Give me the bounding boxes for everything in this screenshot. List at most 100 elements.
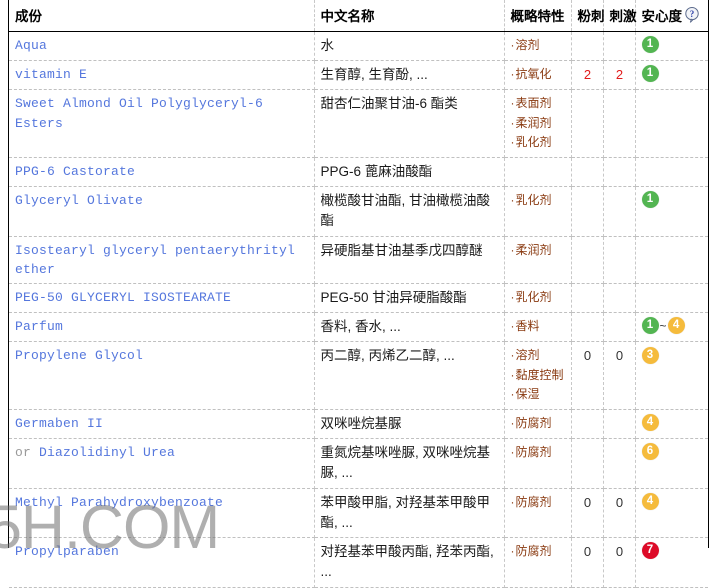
safety-badge: 4 [641,492,659,510]
safety-score-cell: 3 [635,341,708,410]
ingredients-table: 成份 中文名称 概略特性 粉刺 刺激 安心度? Aqua 水溶剂 1 vitamin … [9,0,708,588]
table-body: Aqua水溶剂1vitamin E生育醇, 生育酚, ...抗氧化221Swee… [9,31,708,588]
feature-tag: 黏度控制 [511,366,566,385]
safety-range-separator: ~ [659,318,667,333]
table-row: Germaben II 双咪唑烷基脲防腐剂 4 [9,409,708,440]
ingredient-name-cell: PEG-50 GLYCERYL ISOSTEARATE [9,283,315,314]
table-row: Propylene Glycol丙二醇, 丙烯乙二醇, ...溶剂黏度控制保湿0… [9,341,708,410]
irritation-score-cell [603,186,636,237]
acne-score-cell: 0 [571,488,604,539]
chinese-name-cell: 水 [314,31,505,62]
ingredient-link[interactable]: Glyceryl Olivate [15,193,143,208]
chinese-name-cell: 橄榄酸甘油酯, 甘油橄榄油酸酯 [314,186,505,237]
table-row: Isostearyl glyceryl pentaerythrityl ethe… [9,236,708,284]
header-chinese-name: 中文名称 [314,0,505,32]
features-cell: 防腐剂 [504,537,572,588]
acne-score-cell [571,312,604,343]
safety-score-cell: 1 ~4 [635,312,708,343]
feature-tag: 乳化剂 [511,191,566,210]
feature-tag: 溶剂 [511,36,566,55]
safety-badge: 1 [641,191,659,209]
ingredient-name-cell: Parfum [9,312,315,343]
ingredient-link[interactable]: PPG-6 Castorate [15,164,135,179]
header-features: 概略特性 [504,0,572,32]
header-chinese-name-label: 中文名称 [320,9,375,24]
safety-score-cell: 1 [635,60,708,91]
table-row: Sweet Almond Oil Polyglyceryl-6 Esters 甜杏… [9,89,708,158]
ingredient-link[interactable]: Parfum [15,319,63,334]
safety-score-cell [635,236,708,284]
feature-tag: 柔润剂 [511,241,566,260]
features-cell: 溶剂 [504,31,572,62]
feature-tag: 柔润剂 [511,114,566,133]
acne-score-cell [571,283,604,314]
features-cell: 柔润剂 [504,236,572,284]
safety-badge: 4 [667,317,685,335]
ingredient-link[interactable]: Germaben II [15,416,103,431]
table-row: Methyl Parahydroxybenzoate 苯甲酸甲脂, 对羟基苯甲酸甲… [9,488,708,539]
safety-score-cell: 4 [635,488,708,539]
irritation-score-cell: 0 [603,341,636,410]
irritation-score-cell [603,31,636,62]
safety-badge: 4 [641,414,659,432]
table-row: Glyceryl Olivate 橄榄酸甘油酯, 甘油橄榄油酸酯乳化剂 1 [9,186,708,237]
safety-score-cell: 1 [635,31,708,62]
ingredient-name-cell: Propylene Glycol [9,341,315,410]
acne-score-cell: 2 [571,60,604,91]
table-header: 成份 中文名称 概略特性 粉刺 刺激 安心度? [9,0,708,32]
acne-score-cell [571,409,604,440]
header-ingredient-label: 成份 [15,9,42,24]
ingredient-link[interactable]: Methyl Parahydroxybenzoate [15,495,223,510]
features-cell: 防腐剂 [504,409,572,440]
chinese-name-cell: 异硬脂基甘油基季戊四醇醚 [314,236,505,284]
chinese-name-cell: 生育醇, 生育酚, ... [314,60,505,91]
question-mark-icon[interactable]: ? [685,6,699,26]
chinese-name-cell: 香料, 香水, ... [314,312,505,343]
table-row: PEG-50 GLYCERYL ISOSTEARATE PEG-50 甘油异硬脂酸… [9,283,708,314]
feature-tag: 抗氧化 [511,65,566,84]
feature-tag: 表面剂 [511,94,566,113]
ingredient-link[interactable]: Propylparaben [15,544,119,559]
acne-score-cell [571,186,604,237]
safety-badge: 7 [641,542,659,560]
ingredient-name-cell: Sweet Almond Oil Polyglyceryl-6 Esters [9,89,315,158]
ingredient-link[interactable]: Sweet Almond Oil Polyglyceryl-6 Esters [15,96,263,130]
irritation-score-cell: 0 [603,537,636,588]
irritation-score-cell [603,236,636,284]
ingredient-name-cell: Propylparaben [9,537,315,588]
feature-tag: 香料 [511,317,566,336]
header-irritation: 刺激 [603,0,637,32]
ingredient-link[interactable]: Diazolidinyl Urea [39,445,175,460]
ingredient-link[interactable]: Aqua [15,38,47,53]
svg-text:?: ? [690,9,695,19]
table-row: or Diazolidinyl Urea 重氮烷基咪唑脲, 双咪唑烷基脲, ...… [9,438,708,489]
feature-tag: 防腐剂 [511,443,566,462]
header-acne-label: 粉刺 [577,9,605,24]
feature-tag: 防腐剂 [511,542,566,561]
safety-score-cell [635,89,708,158]
irritation-score-cell [603,157,636,188]
ingredient-link[interactable]: PEG-50 GLYCERYL ISOSTEARATE [15,290,231,305]
header-features-label: 概略特性 [510,9,565,24]
acne-score-cell: 0 [571,341,604,410]
safety-badge: 1 [641,36,659,54]
acne-score-cell [571,157,604,188]
safety-badge: 1 [641,65,659,83]
features-cell: 乳化剂 [504,186,572,237]
safety-badge: 6 [641,443,659,461]
feature-tag: 防腐剂 [511,414,566,433]
chinese-name-cell: PEG-50 甘油异硬脂酸酯 [314,283,505,314]
ingredient-link[interactable]: Isostearyl glyceryl pentaerythrityl ethe… [15,243,295,277]
header-irritation-label: 刺激 [609,9,637,24]
acne-score-cell [571,236,604,284]
features-cell: 溶剂黏度控制保湿 [504,341,572,410]
ingredient-link[interactable]: vitamin E [15,67,87,82]
header-row: 成份 中文名称 概略特性 粉刺 刺激 安心度? [9,0,708,32]
ingredient-prefix: or [15,445,40,461]
header-acne: 粉刺 [571,0,605,32]
chinese-name-cell: 对羟基苯甲酸丙酯, 羟苯丙酯, ... [314,537,505,588]
ingredient-link[interactable]: Propylene Glycol [15,348,143,363]
features-cell: 防腐剂 [504,488,572,539]
feature-tag: 乳化剂 [511,133,566,152]
feature-tag: 溶剂 [511,346,566,365]
